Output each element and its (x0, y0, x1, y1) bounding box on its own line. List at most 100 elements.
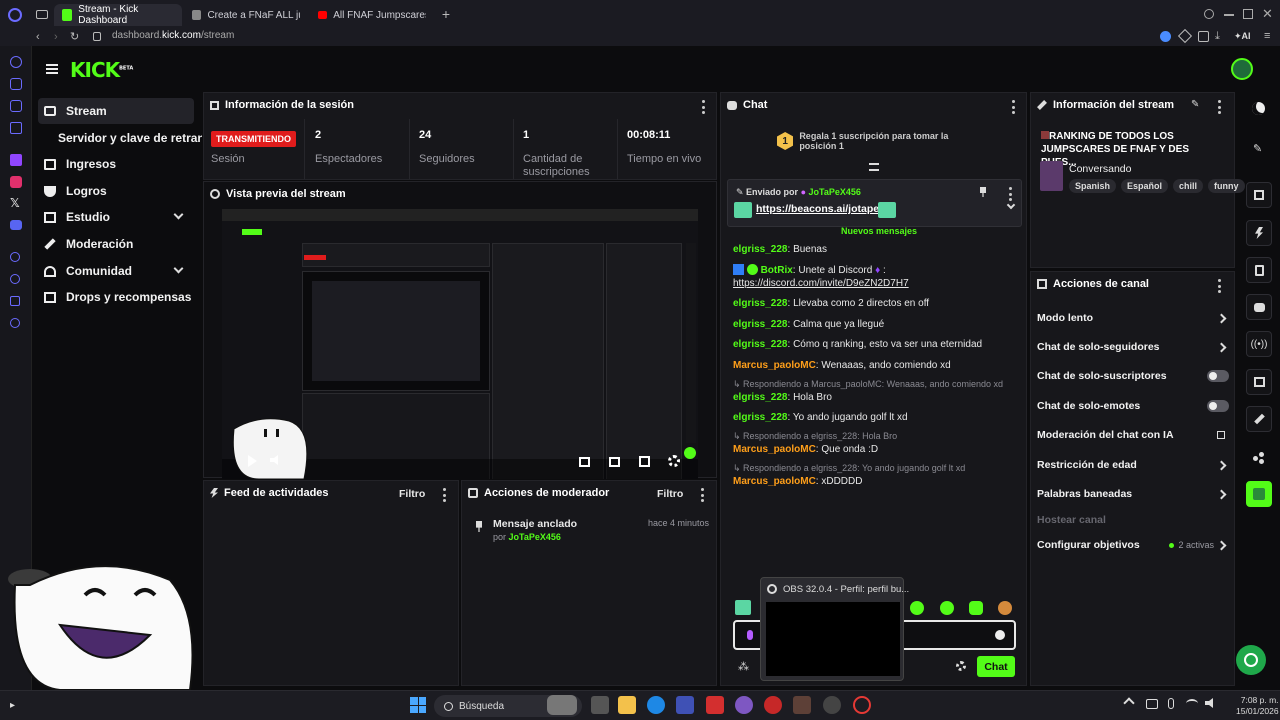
download-icon[interactable]: ⤓ (1215, 30, 1220, 43)
tab-kick-dashboard[interactable]: Stream - Kick Dashboard (54, 4, 182, 26)
url-field[interactable]: dashboard.kick.com/stream (112, 30, 234, 41)
action-goals[interactable]: Configurar objetivos 2 activas (1037, 539, 1229, 551)
filter-button[interactable]: Filtro (399, 488, 425, 500)
reply-context[interactable]: Respondiendo a elgriss_228: Yo ando juga… (743, 463, 965, 473)
channel-actions-menu-icon[interactable] (1217, 279, 1221, 293)
pinned-menu-icon[interactable] (1008, 187, 1012, 201)
action-slow-mode[interactable]: Modo lento (1037, 312, 1229, 324)
pinned-link[interactable]: https://beacons.ai/jotapex (756, 203, 885, 215)
app-icon[interactable] (793, 696, 811, 714)
stream-video[interactable] (222, 209, 698, 479)
history-icon[interactable] (10, 252, 20, 262)
expand-pinned-icon[interactable] (1006, 200, 1016, 210)
chat-menu-icon[interactable] (1011, 100, 1015, 114)
reply-context[interactable]: Respondiendo a elgriss_228: Hola Bro (743, 431, 897, 441)
reload-icon[interactable]: ↻ (70, 30, 79, 43)
unpin-icon[interactable] (980, 187, 986, 197)
obs-taskbar-icon[interactable] (823, 696, 841, 714)
vpn-icon[interactable] (1160, 31, 1171, 42)
filter-button[interactable]: Filtro (657, 488, 683, 500)
quick-action-broadcast[interactable]: ((•)) (1246, 331, 1272, 357)
windows-start-icon[interactable] (410, 697, 426, 713)
maximize-icon[interactable] (1243, 9, 1253, 19)
pip-icon[interactable] (579, 457, 590, 467)
nav-item-achievements[interactable]: Logros (38, 178, 194, 204)
crypto-wallet-icon[interactable] (10, 78, 22, 90)
store-icon[interactable] (676, 696, 694, 714)
edit-icon[interactable]: ✎ (1191, 99, 1199, 110)
hamburger-menu-icon[interactable] (46, 64, 58, 74)
edge-icon[interactable] (647, 696, 665, 714)
volume-tray-icon[interactable] (1205, 698, 1213, 708)
obs-window-preview[interactable]: OBS 32.0.4 - Perfil: perfil bu... (760, 577, 909, 681)
emote-icon[interactable] (969, 601, 983, 615)
reply-context[interactable]: Respondiendo a Marcus_paoloMC: Wenaaas, … (743, 379, 1003, 389)
opera-gx-icon[interactable] (853, 696, 871, 714)
kick-points-icon[interactable] (1253, 452, 1265, 464)
send-chat-button[interactable]: Chat (977, 656, 1015, 677)
twitch-icon[interactable] (10, 154, 22, 166)
opera-logo-icon[interactable] (8, 8, 22, 22)
chat-settings-icon[interactable] (956, 661, 966, 671)
action-followers-only[interactable]: Chat de solo-seguidores (1037, 341, 1229, 353)
tray-chevron-icon[interactable] (1123, 697, 1135, 709)
gift-leaderboard-banner[interactable]: 1 Regala 1 suscripción para tomar la pos… (777, 131, 977, 151)
downloads-icon[interactable] (10, 274, 20, 284)
back-icon[interactable]: ‹ (36, 31, 40, 43)
tab-fnaf-create[interactable]: Create a FNaF ALL jumpsc (184, 4, 308, 26)
nav-item-stream[interactable]: Stream (38, 98, 194, 124)
action-ai-moderation[interactable]: Moderación del chat con IA (1037, 429, 1229, 441)
wps-icon[interactable] (706, 696, 724, 714)
tag[interactable]: Spanish (1069, 179, 1117, 193)
edit-layout-icon[interactable]: ✎ (1253, 142, 1262, 155)
action-banned-words[interactable]: Palabras baneadas (1037, 488, 1229, 500)
support-button[interactable] (1236, 645, 1266, 675)
nav-item-revenue[interactable]: Ingresos (38, 151, 194, 177)
chat-username[interactable]: Marcus_paoloMC (733, 476, 816, 487)
activity-menu-icon[interactable] (442, 488, 446, 502)
play-icon[interactable] (248, 455, 257, 467)
search-tabs-icon[interactable] (1204, 9, 1214, 19)
stream-info-menu-icon[interactable] (1217, 100, 1221, 114)
emote-icon[interactable] (940, 601, 954, 615)
chat-username[interactable]: elgriss_228 (733, 244, 788, 255)
chevron-down-icon[interactable] (173, 209, 184, 220)
menu-icon[interactable]: ≡ (1264, 30, 1270, 42)
show-desktop-icon[interactable]: ▸ (10, 700, 15, 711)
emotes-only-toggle[interactable] (1207, 400, 1229, 412)
collapse-icon[interactable] (869, 163, 879, 171)
quick-action-tools[interactable] (1246, 406, 1272, 432)
quick-action-chat[interactable] (1246, 294, 1272, 320)
quick-action-notes[interactable] (1246, 257, 1272, 283)
chat-username[interactable]: elgriss_228 (733, 319, 788, 330)
tray-app-icon[interactable] (1146, 699, 1158, 709)
instagram-icon[interactable] (10, 176, 22, 188)
kick-points-icon[interactable]: ⁂ (738, 660, 750, 673)
settings-gear-icon[interactable] (668, 455, 680, 467)
subs-only-toggle[interactable] (1207, 370, 1229, 382)
extensions-icon[interactable] (1177, 28, 1193, 44)
emote-icon[interactable] (735, 600, 751, 615)
tag[interactable]: chill (1173, 179, 1204, 193)
action-age-restriction[interactable]: Restricción de edad (1037, 459, 1229, 471)
wifi-icon[interactable] (1186, 699, 1198, 708)
ai-button[interactable]: ✦AI (1234, 31, 1251, 42)
widget-icon[interactable] (547, 695, 577, 715)
chat-username[interactable]: Marcus_paoloMC (733, 360, 816, 371)
settings-icon[interactable] (10, 318, 20, 328)
chat-username[interactable]: elgriss_228 (733, 298, 788, 309)
chevron-down-icon[interactable] (173, 263, 184, 274)
tag[interactable]: Español (1121, 179, 1169, 193)
emoji-picker-icon[interactable] (995, 630, 1005, 640)
nav-item-studio[interactable]: Estudio (38, 204, 194, 230)
forward-icon[interactable]: › (54, 31, 58, 43)
aria-icon[interactable] (10, 56, 22, 68)
microphone-icon[interactable] (1168, 698, 1174, 709)
quick-action-channel[interactable] (1246, 481, 1272, 507)
gaming-icon[interactable] (10, 100, 22, 112)
kick-logo[interactable]: KICKBETA (70, 58, 133, 82)
emote-icon[interactable] (998, 601, 1012, 615)
copilot-icon[interactable] (735, 696, 753, 714)
x-icon[interactable]: 𝕏 (10, 196, 20, 210)
tag[interactable]: funny (1208, 179, 1245, 193)
